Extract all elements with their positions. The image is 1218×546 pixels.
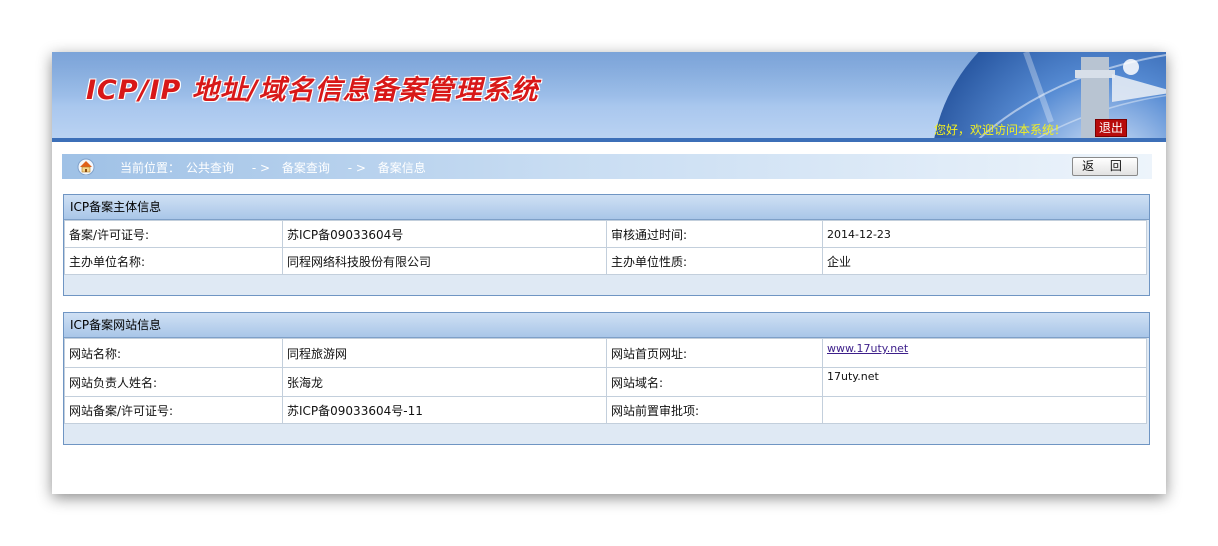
organizer-type-value: 企业 [822,247,1147,275]
subject-info-heading: ICP备案主体信息 [64,195,1149,220]
subject-info-table: 备案/许可证号: 苏ICP备09033604号 审核通过时间: 2014-12-… [64,220,1147,275]
logout-button[interactable]: 退出 [1095,119,1127,137]
site-domain-label: 网站域名: [606,367,823,397]
homepage-url-link[interactable]: www.17uty.net [827,342,908,355]
breadcrumb-separator: - > [347,161,366,175]
breadcrumb-item-record-query[interactable]: 备案查询 [282,161,330,175]
breadcrumb-text: 当前位置： 公共查询 - > 备案查询 - > 备案信息 [120,159,432,176]
record-number-label: 备案/许可证号: [64,220,283,248]
table-row: 网站备案/许可证号: 苏ICP备09033604号-11 网站前置审批项: [64,396,1147,424]
site-owner-label: 网站负责人姓名: [64,367,283,397]
subject-info-panel: ICP备案主体信息 备案/许可证号: 苏ICP备09033604号 审核通过时间… [63,194,1150,296]
back-button[interactable]: 返 回 [1072,157,1138,176]
site-domain-value: 17uty.net [822,367,1147,397]
approval-date-value: 2014-12-23 [822,220,1147,248]
breadcrumb: 当前位置： 公共查询 - > 备案查询 - > 备案信息 [62,154,1152,179]
organizer-name-value: 同程网络科技股份有限公司 [282,247,607,275]
table-row: 网站负责人姓名: 张海龙 网站域名: 17uty.net [64,367,1147,397]
header-banner: ICP/IP 地址/域名信息备案管理系统 您好，欢迎访问本系统！ 退出 [52,52,1166,142]
table-row: 备案/许可证号: 苏ICP备09033604号 审核通过时间: 2014-12-… [64,220,1147,248]
breadcrumb-item-public-query[interactable]: 公共查询 [186,161,234,175]
page-title: ICP/IP 地址/域名信息备案管理系统 [86,75,539,106]
home-icon[interactable] [76,157,96,175]
site-license-value: 苏ICP备09033604号-11 [282,396,607,424]
table-row: 主办单位名称: 同程网络科技股份有限公司 主办单位性质: 企业 [64,247,1147,275]
breadcrumb-item-record-info: 备案信息 [377,161,426,175]
website-info-heading: ICP备案网站信息 [64,313,1149,338]
organizer-name-label: 主办单位名称: [64,247,283,275]
pre-approval-value [822,396,1147,424]
homepage-url-cell: www.17uty.net [822,338,1147,368]
site-owner-value: 张海龙 [282,367,607,397]
breadcrumb-prefix: 当前位置： [120,161,181,175]
site-name-value: 同程旅游网 [282,338,607,368]
welcome-text: 您好，欢迎访问本系统！ [934,123,1067,137]
homepage-url-label: 网站首页网址: [606,338,823,368]
organizer-type-label: 主办单位性质: [606,247,823,275]
website-info-table: 网站名称: 同程旅游网 网站首页网址: www.17uty.net 网站负责人姓… [64,338,1147,424]
pre-approval-label: 网站前置审批项: [606,396,823,424]
table-row: 网站名称: 同程旅游网 网站首页网址: www.17uty.net [64,338,1147,368]
site-license-label: 网站备案/许可证号: [64,396,283,424]
website-info-panel: ICP备案网站信息 网站名称: 同程旅游网 网站首页网址: www.17uty.… [63,312,1150,445]
main-window: ICP/IP 地址/域名信息备案管理系统 您好，欢迎访问本系统！ 退出 当前位置… [52,52,1166,494]
approval-date-label: 审核通过时间: [606,220,823,248]
breadcrumb-separator: - > [251,161,271,175]
record-number-value: 苏ICP备09033604号 [282,220,607,248]
site-name-label: 网站名称: [64,338,283,368]
